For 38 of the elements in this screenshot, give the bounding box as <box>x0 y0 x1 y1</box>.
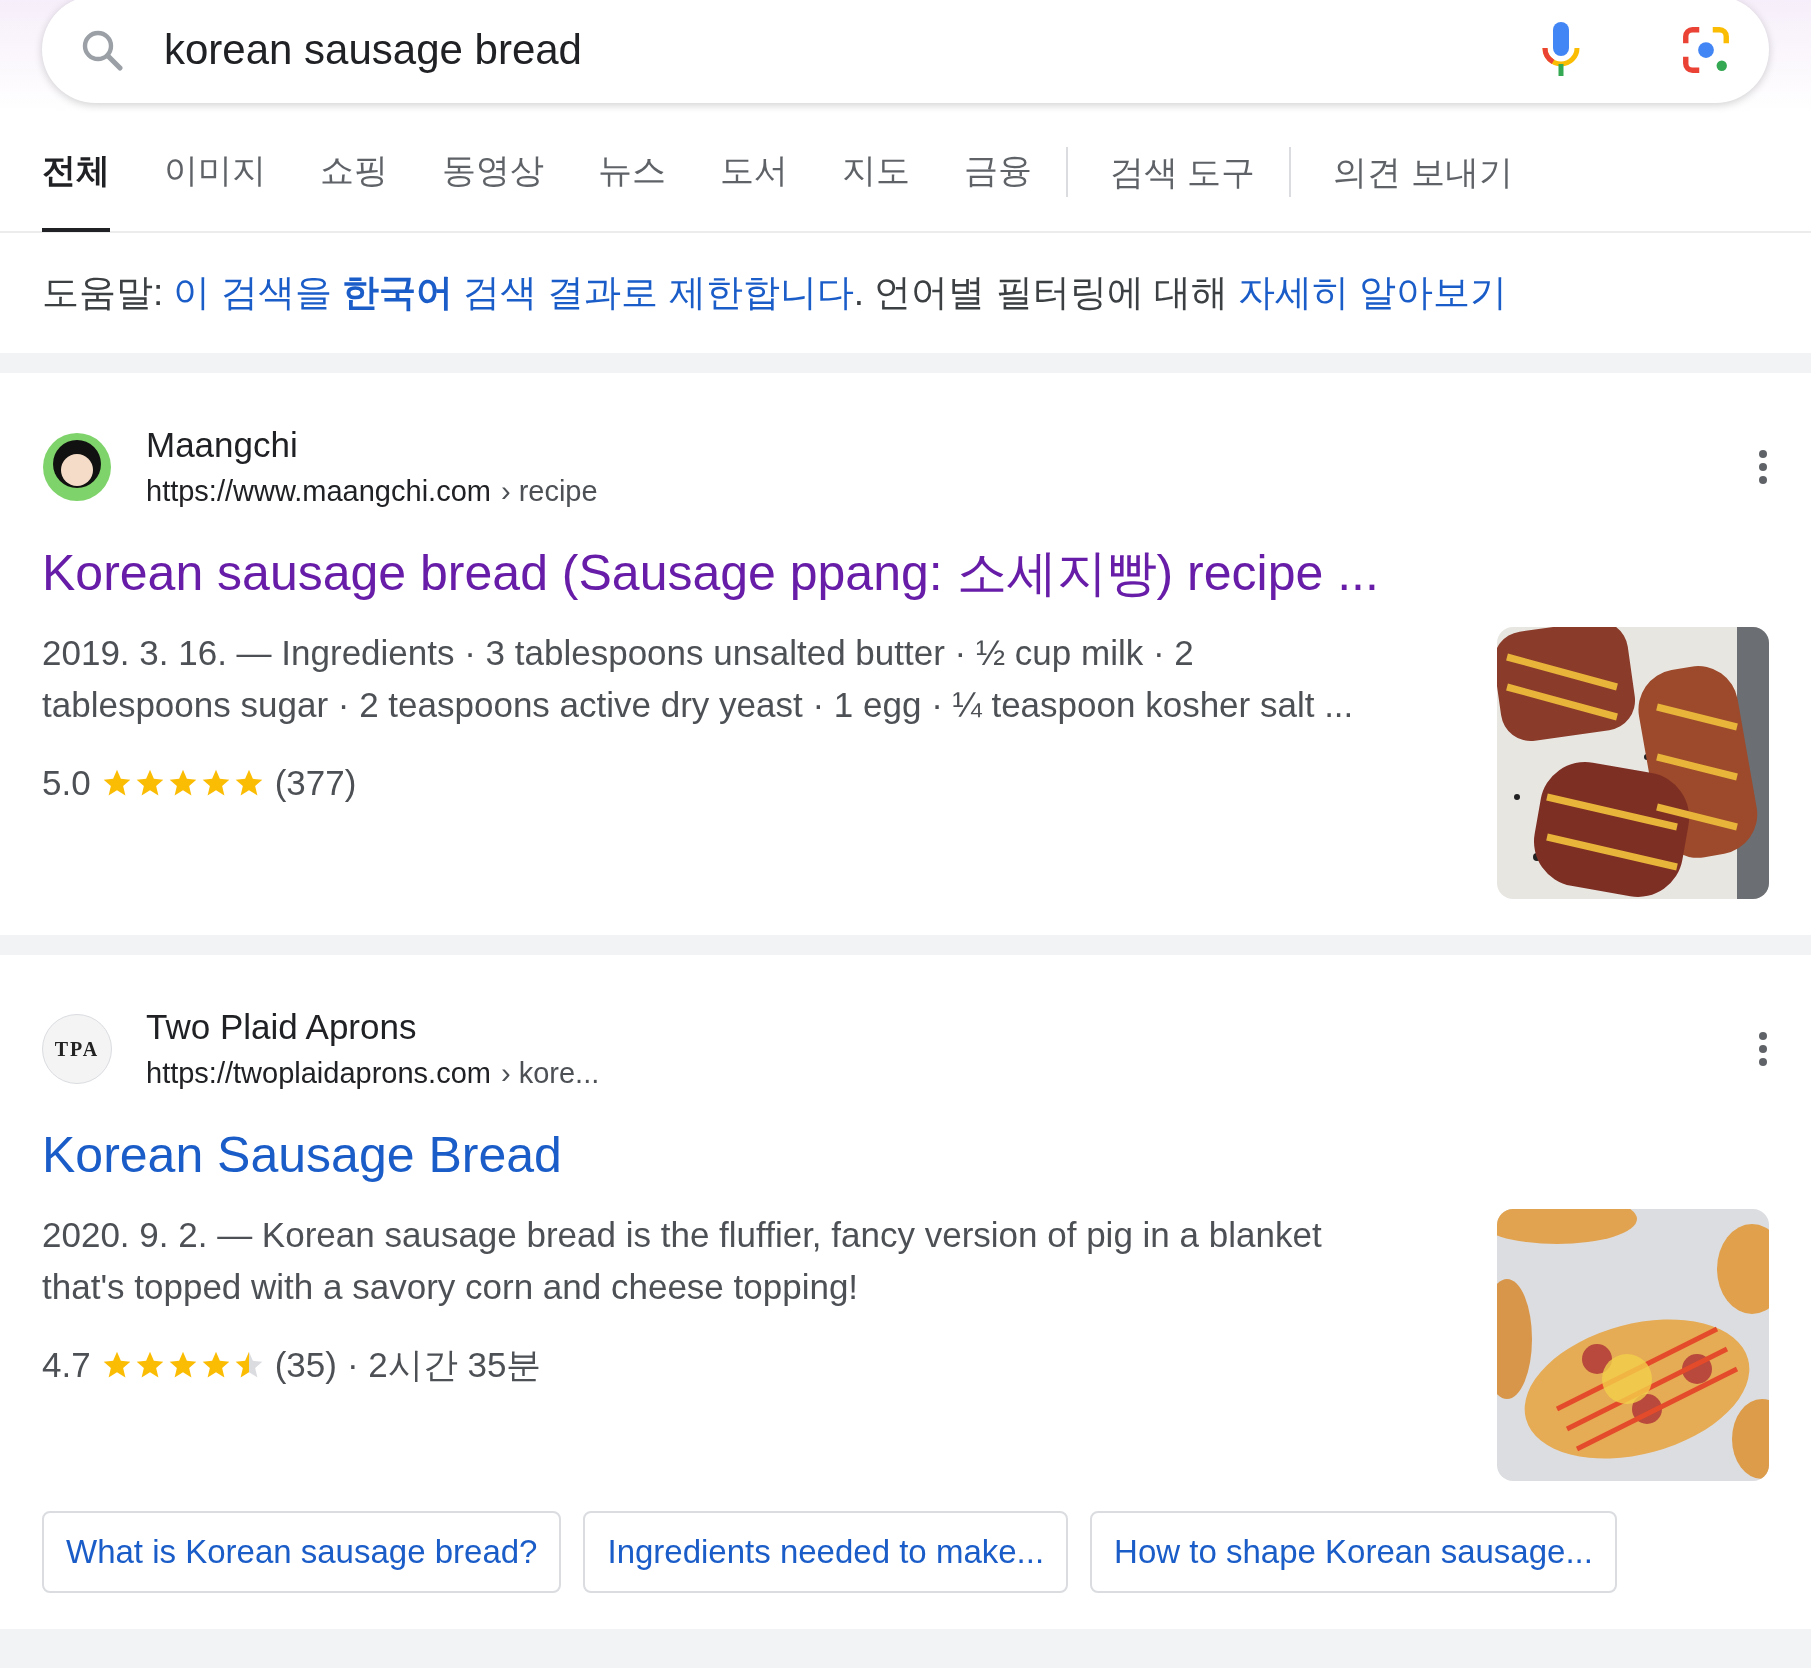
related-question-chip[interactable]: Ingredients needed to make... <box>583 1511 1069 1593</box>
search-query: korean sausage bread <box>164 25 583 75</box>
search-tab[interactable]: 지도 <box>842 112 910 232</box>
search-tab[interactable]: 금융 <box>964 112 1032 232</box>
result-title[interactable]: Korean sausage bread (Sausage ppang: 소세지빵) recipe ... <box>42 541 1769 605</box>
url-path: › recipe <box>500 474 598 509</box>
search-tab[interactable]: 전체 <box>42 112 110 232</box>
site-url: https://www.maangchi.com <box>146 474 491 509</box>
avatar-icon <box>42 432 112 502</box>
review-count: (377) <box>274 762 357 804</box>
rating-value: 5.0 <box>42 762 91 804</box>
cook-time: · 2시간 35분 <box>346 1344 542 1386</box>
site-url: https://twoplaidaprons.com <box>146 1056 491 1091</box>
tool-tab[interactable]: 검색 도구 <box>1110 112 1256 232</box>
site-name: Maangchi <box>146 424 299 466</box>
search-tab[interactable]: 동영상 <box>442 112 544 232</box>
learn-more-link[interactable]: 자세히 알아보기 <box>1238 265 1508 321</box>
language-notice: 도움말: 이 검색을 한국어 검색 결과로 제한합니다. 언어별 필터링에 대해 자세히 알아보기 <box>0 233 1811 353</box>
result-title[interactable]: Korean Sausage Bread <box>42 1123 1769 1187</box>
microphone-icon[interactable] <box>1541 21 1581 78</box>
review-count: (35) <box>274 1344 337 1386</box>
search-field[interactable]: korean sausage bread <box>42 0 1769 103</box>
rating-value: 4.7 <box>42 1344 91 1386</box>
url-path: › kore... <box>500 1056 600 1091</box>
result-snippet: 2019. 3. 16. — Ingredients · 3 tablespoons unsalted butter · ½ cup milk · 2 tablespoons sugar · 2 teaspoons active dry yeast · 1 egg · ¼ teaspoon kosher salt ... <box>42 632 1355 726</box>
site-logo: TPA <box>42 1014 112 1084</box>
related-question-chip[interactable]: What is Korean sausage bread? <box>42 1511 562 1593</box>
search-tab[interactable]: 쇼핑 <box>320 112 388 232</box>
tool-tab[interactable]: 의견 보내기 <box>1333 112 1513 232</box>
more-options-icon[interactable] <box>1757 449 1769 485</box>
more-options-icon[interactable] <box>1757 1031 1769 1067</box>
search-tab[interactable]: 도서 <box>720 112 788 232</box>
related-question-chip[interactable]: How to shape Korean sausage... <box>1090 1511 1617 1593</box>
result-snippet: 2020. 9. 2. — Korean sausage bread is the fluffier, fancy version of pig in a blanket that's topped with a savory corn and cheese topping! <box>42 1214 1323 1308</box>
search-tab[interactable]: 뉴스 <box>598 112 666 232</box>
search-tab[interactable]: 이미지 <box>164 112 266 232</box>
site-name: Two Plaid Aprons <box>146 1006 418 1048</box>
restrict-language-link[interactable]: 이 검색을 한국어 검색 결과로 제한합니다 <box>173 265 854 321</box>
